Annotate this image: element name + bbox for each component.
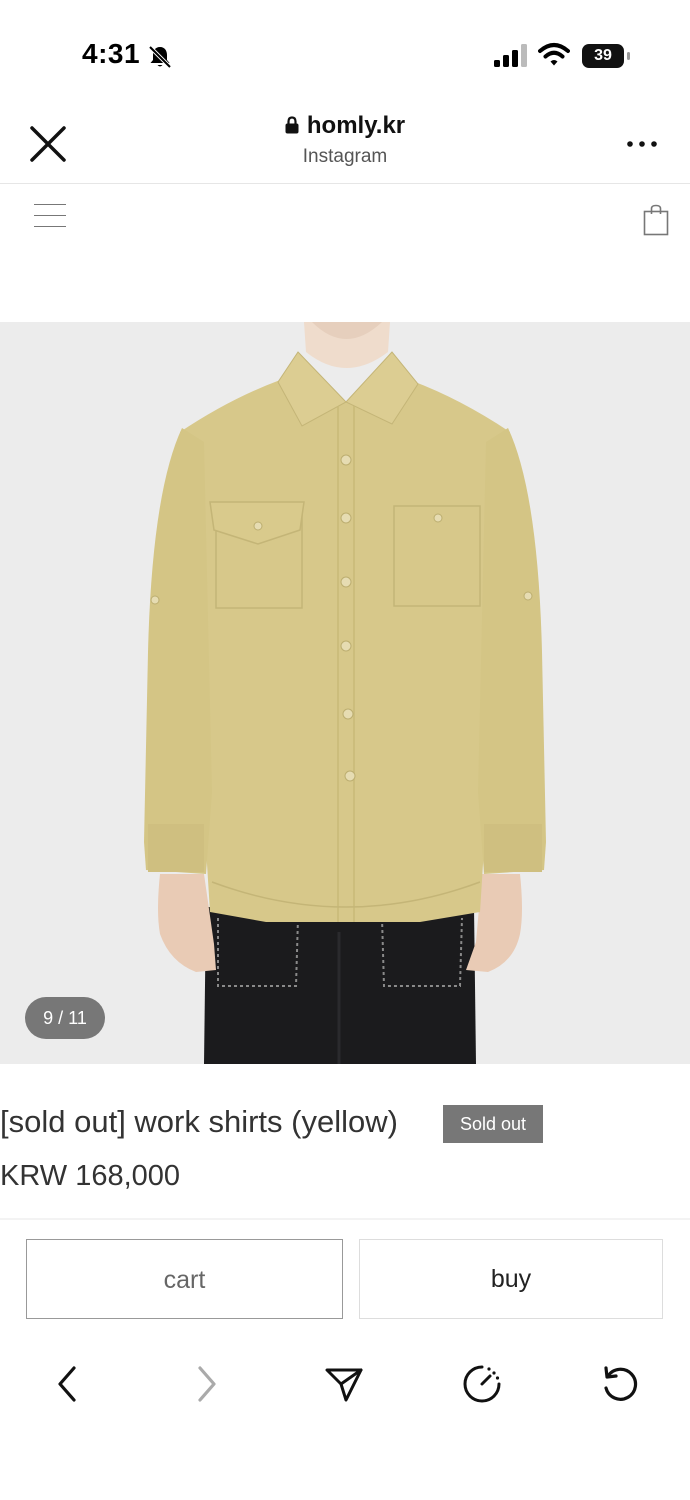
url-domain: homly.kr	[306, 112, 406, 139]
action-divider	[0, 1218, 690, 1220]
url-bar[interactable]: homly.kr	[0, 112, 690, 140]
signal-icon	[494, 44, 527, 67]
product-photo	[0, 322, 690, 1064]
reload-icon[interactable]	[600, 1364, 640, 1404]
url-subtitle: Instagram	[302, 146, 388, 167]
lock-icon	[285, 116, 299, 134]
product-image[interactable]	[0, 322, 690, 1064]
product-price: KRW 168,000	[0, 1160, 181, 1192]
menu-icon[interactable]	[34, 204, 66, 230]
shopping-bag-icon[interactable]	[642, 204, 670, 236]
header-divider	[0, 183, 690, 184]
buy-button[interactable]: buy	[359, 1239, 663, 1319]
status-time: 4:31	[82, 38, 141, 69]
share-icon[interactable]	[324, 1364, 364, 1404]
back-icon[interactable]	[48, 1364, 88, 1404]
battery-level: 39	[582, 44, 624, 68]
image-counter: 9 / 11	[25, 997, 105, 1039]
bell-slash-icon	[148, 45, 172, 69]
forward-icon[interactable]	[186, 1364, 226, 1404]
product-title: [sold out] work shirts (yellow)	[0, 1104, 398, 1139]
battery-icon: 39	[582, 44, 630, 68]
sold-out-badge: Sold out	[443, 1105, 543, 1143]
more-icon[interactable]	[626, 138, 658, 150]
speed-icon[interactable]	[462, 1364, 502, 1404]
wifi-icon	[538, 43, 570, 66]
cart-button[interactable]: cart	[26, 1239, 343, 1319]
